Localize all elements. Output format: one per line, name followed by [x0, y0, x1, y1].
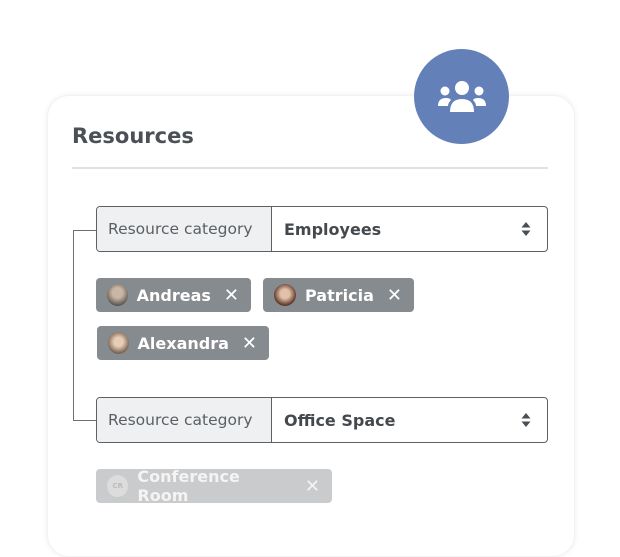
tag-label: Patricia [305, 285, 374, 305]
avatar-initials: CR [107, 475, 129, 497]
resource-category-select-2[interactable]: Resource category Office Space [96, 397, 548, 443]
tag-label: Conference Room [137, 467, 240, 505]
divider [72, 167, 548, 169]
select-label: Resource category [97, 398, 272, 442]
avatar [107, 284, 128, 306]
group-connector [73, 230, 96, 421]
tag-andreas: Andreas ✕ [96, 278, 251, 312]
tag-alexandra: Alexandra ✕ [97, 326, 269, 360]
page-title: Resources [72, 124, 194, 148]
tag-label: Alexandra [137, 333, 229, 353]
remove-icon[interactable]: ✕ [305, 476, 320, 497]
remove-icon[interactable]: ✕ [224, 285, 239, 306]
select-value: Employees [284, 219, 382, 239]
resource-category-select-1[interactable]: Resource category Employees [96, 206, 548, 252]
remove-icon[interactable]: ✕ [242, 333, 257, 354]
select-label: Resource category [97, 207, 272, 251]
users-icon [437, 80, 486, 112]
tag-conference-room: CR Conference Room ✕ [96, 467, 332, 505]
sort-arrows-icon [521, 413, 531, 427]
avatar [108, 332, 129, 354]
resources-badge [414, 49, 509, 144]
tag-label: Andreas [136, 285, 211, 305]
sort-arrows-icon [521, 222, 531, 236]
avatar [274, 284, 296, 306]
tag-patricia: Patricia ✕ [263, 278, 414, 312]
remove-icon[interactable]: ✕ [387, 285, 402, 306]
select-value: Office Space [284, 410, 396, 430]
